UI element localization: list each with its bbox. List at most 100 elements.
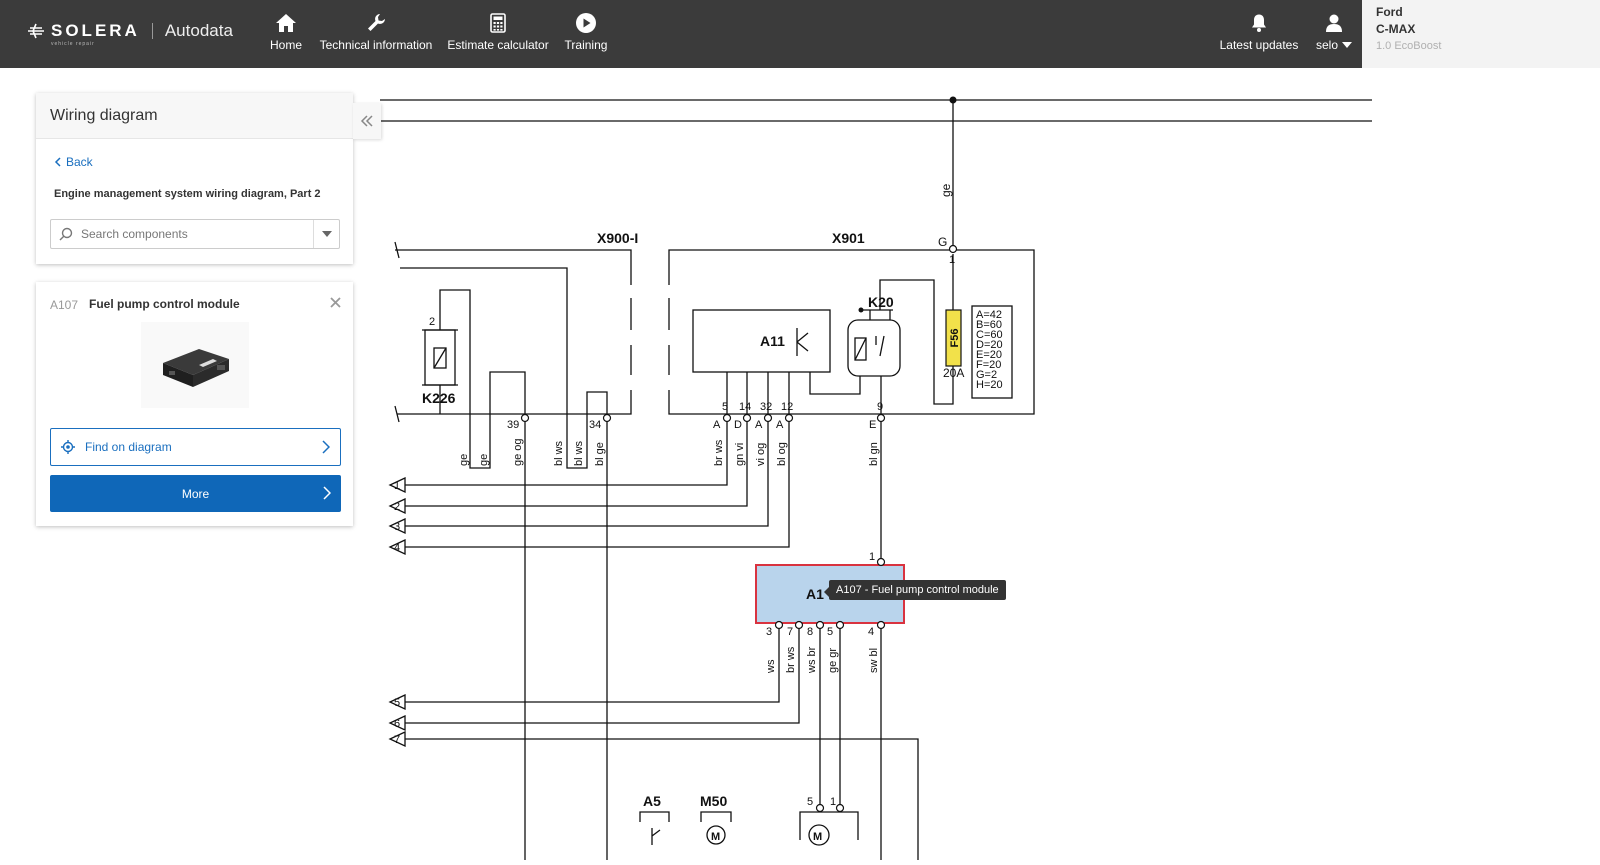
svg-text:39: 39	[507, 419, 519, 431]
chevron-right-icon	[322, 440, 330, 454]
svg-text:A: A	[776, 419, 784, 431]
wire-top-label: ge	[939, 183, 953, 197]
more-button[interactable]: More	[50, 475, 341, 512]
svg-text:bl gn: bl gn	[868, 442, 880, 466]
solera-logo-icon	[28, 23, 44, 39]
diagram-name: Engine management system wiring diagram,…	[54, 188, 321, 200]
collapse-panel-button[interactable]	[353, 103, 381, 139]
top-navigation-bar: SOLERA vehicle repair Autodata Home Tech…	[0, 0, 1600, 68]
user-name: selo	[1315, 38, 1338, 52]
component-image	[141, 322, 249, 408]
find-on-diagram-button[interactable]: Find on diagram	[50, 428, 341, 466]
user-icon	[1326, 14, 1342, 32]
svg-text:1: 1	[830, 796, 836, 808]
svg-text:ge: ge	[478, 454, 490, 466]
connector-x900-label: X900-I	[597, 230, 638, 246]
svg-text:5: 5	[722, 401, 728, 413]
user-menu[interactable]: selo	[1311, 10, 1357, 52]
component-code: A107	[50, 298, 79, 312]
svg-text:4: 4	[868, 626, 874, 638]
logo-divider	[151, 23, 153, 39]
svg-text:2: 2	[429, 316, 435, 328]
svg-text:vi og: vi og	[755, 443, 767, 466]
svg-text:1: 1	[869, 551, 875, 563]
svg-text:D: D	[734, 419, 742, 431]
vehicle-selector[interactable]: Ford C-MAX 1.0 EcoBoost	[1362, 0, 1600, 68]
wiring-diagram-panel: Wiring diagram Back Engine management sy…	[36, 93, 381, 264]
panel-header: Wiring diagram	[36, 93, 381, 139]
vehicle-make: Ford	[1376, 5, 1403, 19]
back-label: Back	[66, 155, 93, 169]
ref-5[interactable]: 5	[394, 697, 400, 709]
component-name: Fuel pump control module	[89, 297, 240, 311]
caret-down-icon	[1342, 42, 1352, 48]
more-label: More	[181, 486, 210, 501]
play-icon	[576, 13, 596, 33]
fuse-label: F56	[949, 329, 961, 348]
svg-text:bl og: bl og	[776, 442, 788, 466]
svg-text:br ws: br ws	[713, 439, 725, 466]
component-k20-label: K20	[868, 294, 894, 310]
svg-text:gn vi: gn vi	[734, 443, 746, 466]
wrench-icon	[368, 14, 385, 31]
home-icon	[276, 14, 296, 32]
svg-text:3: 3	[766, 626, 772, 638]
svg-text:bl ge: bl ge	[594, 442, 606, 466]
component-k226-label: K226	[422, 390, 456, 406]
nav-technical-information[interactable]: Technical information	[316, 10, 436, 52]
component-tooltip: A107 - Fuel pump control module	[824, 580, 1006, 600]
ref-7[interactable]: 7	[394, 734, 400, 746]
nav-latest-updates[interactable]: Latest updates	[1218, 10, 1300, 52]
svg-text:br ws: br ws	[785, 646, 797, 673]
svg-text:1: 1	[949, 254, 955, 266]
connector-x901-label: X901	[832, 230, 865, 246]
ref-4[interactable]: 4	[394, 542, 400, 554]
svg-text:5: 5	[807, 796, 813, 808]
pin-g-label: G	[938, 235, 947, 249]
search-input[interactable]	[81, 227, 311, 241]
svg-text:5: 5	[827, 626, 833, 638]
fuse-table: A=42 B=60 C=60 D=20 E=20 F=20 G=2 H=20	[976, 309, 1003, 391]
nav-technical-label: Technical information	[319, 38, 433, 52]
svg-text:ws: ws	[765, 659, 777, 674]
chevron-left-icon	[54, 157, 61, 167]
component-a107-label: A1	[806, 586, 824, 602]
calculator-icon	[490, 13, 506, 33]
nav-estimate-calculator[interactable]: Estimate calculator	[446, 10, 550, 52]
svg-text:sw bl: sw bl	[868, 648, 880, 673]
vehicle-engine: 1.0 EcoBoost	[1376, 40, 1442, 52]
search-dropdown-button[interactable]	[313, 220, 339, 248]
svg-text:34: 34	[589, 419, 601, 431]
svg-text:32: 32	[760, 401, 772, 413]
back-link[interactable]: Back	[54, 155, 93, 169]
svg-text:H=20: H=20	[976, 379, 1003, 391]
svg-text:14: 14	[739, 401, 751, 413]
product-name: Autodata	[164, 21, 233, 40]
svg-text:A: A	[713, 419, 721, 431]
autodata-logo[interactable]: SOLERA vehicle repair Autodata	[27, 21, 233, 47]
motor-symbol: M	[813, 831, 822, 843]
nav-training[interactable]: Training	[561, 10, 611, 52]
svg-text:A: A	[755, 419, 763, 431]
svg-text:7: 7	[787, 626, 793, 638]
motor-m50-symbol: M	[711, 831, 720, 843]
svg-text:ws br: ws br	[806, 646, 818, 674]
ref-1[interactable]: 1	[394, 480, 400, 492]
ref-2[interactable]: 2	[394, 501, 400, 513]
nav-home[interactable]: Home	[266, 10, 306, 52]
svg-text:bl ws: bl ws	[553, 440, 565, 466]
nav-home-label: Home	[269, 38, 302, 52]
ref-6[interactable]: 6	[394, 718, 400, 730]
bell-icon	[1252, 14, 1266, 32]
svg-text:12: 12	[781, 401, 793, 413]
close-icon[interactable]	[330, 295, 341, 313]
svg-text:ge gr: ge gr	[827, 648, 839, 673]
svg-text:E: E	[869, 419, 876, 431]
svg-text:9: 9	[877, 401, 883, 413]
component-card: A107 Fuel pump control module Find on di…	[36, 282, 353, 526]
vehicle-model: C-MAX	[1376, 22, 1416, 36]
nav-training-label: Training	[564, 38, 608, 52]
search-components-field[interactable]	[50, 219, 340, 249]
svg-text:ge: ge	[458, 454, 470, 466]
ref-3[interactable]: 3	[394, 521, 400, 533]
